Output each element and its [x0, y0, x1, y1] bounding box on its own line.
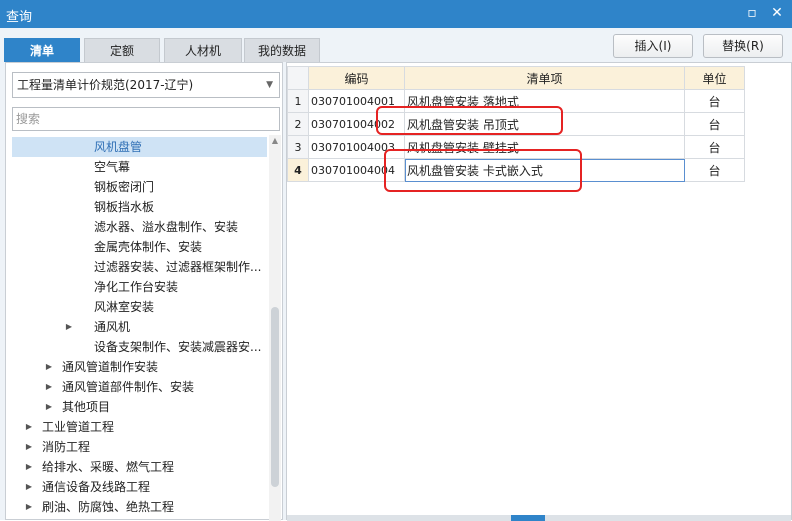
- table-row[interactable]: 4 030701004004 风机盘管安装 卡式嵌入式台: [287, 158, 745, 182]
- tree-item-label: 钢板密闭门: [94, 180, 155, 194]
- window-restore-icon[interactable]: ▫: [743, 4, 761, 22]
- tree-item[interactable]: 滤水器、溢水盘制作、安装: [12, 217, 267, 237]
- cell-name[interactable]: 风机盘管安装 卡式嵌入式: [404, 158, 685, 182]
- tree-item-label: 通风机: [94, 320, 131, 334]
- tree-item-label: 其他项目: [62, 400, 111, 414]
- tree-item[interactable]: 过滤器安装、过滤器框架制作...: [12, 257, 267, 277]
- table-row[interactable]: 3 030701004003 风机盘管安装 壁挂式台: [287, 135, 745, 159]
- close-icon[interactable]: ✕: [768, 4, 786, 22]
- cell-code[interactable]: 030701004002: [308, 112, 405, 136]
- tree-item-label: 刷油、防腐蚀、绝热工程: [42, 500, 175, 514]
- tree-item-label: 风淋室安装: [94, 300, 155, 314]
- tree-item-label: 给排水、采暖、燃气工程: [42, 460, 175, 474]
- tree-item-label: 通风管道部件制作、安装: [62, 380, 195, 394]
- chevron-down-icon: ▼: [266, 80, 273, 90]
- tree-item[interactable]: 风淋室安装: [12, 297, 267, 317]
- expand-caret-icon[interactable]: ▶: [24, 417, 34, 437]
- tree-item[interactable]: 风机盘管: [12, 137, 267, 157]
- tree-item[interactable]: 空气幕: [12, 157, 267, 177]
- tree-item-label: 消防工程: [42, 440, 91, 454]
- column-header-unit[interactable]: 单位: [684, 66, 745, 90]
- tree-item[interactable]: 净化工作台安装: [12, 277, 267, 297]
- tab-rencaiji[interactable]: 人材机: [164, 38, 242, 62]
- table-row[interactable]: 1 030701004001 风机盘管安装 落地式台: [287, 89, 745, 113]
- expand-caret-icon[interactable]: ▶: [24, 497, 34, 517]
- tab-my-data[interactable]: 我的数据: [244, 38, 320, 62]
- cell-name[interactable]: 风机盘管安装 壁挂式: [404, 135, 685, 159]
- tab-qingdan[interactable]: 清单: [4, 38, 80, 62]
- scrollbar-thumb[interactable]: [271, 307, 279, 487]
- spec-select-value: 工程量清单计价规范(2017-辽宁): [17, 78, 194, 92]
- cell-unit[interactable]: 台: [684, 135, 745, 159]
- splitter-handle[interactable]: [511, 515, 545, 521]
- tree-item[interactable]: ▶ 通风管道制作安装: [12, 357, 267, 377]
- cell-unit[interactable]: 台: [684, 112, 745, 136]
- tree-item[interactable]: ▶ 消防工程: [12, 437, 267, 457]
- search-input[interactable]: [12, 107, 280, 131]
- cell-code[interactable]: 030701004004: [308, 158, 405, 182]
- tree-item-label: 通风管道制作安装: [62, 360, 159, 374]
- tree-item-label: 过滤器安装、过滤器框架制作...: [94, 260, 262, 274]
- row-number[interactable]: 4: [287, 158, 309, 182]
- tree-item[interactable]: 金属壳体制作、安装: [12, 237, 267, 257]
- tree-item-label: 工业管道工程: [42, 420, 115, 434]
- tree-item[interactable]: ▶ 工业管道工程: [12, 417, 267, 437]
- tree-item[interactable]: ▶ 通信设备及线路工程: [12, 477, 267, 497]
- tree-item[interactable]: ▶ 给排水、采暖、燃气工程: [12, 457, 267, 477]
- tab-dinge[interactable]: 定额: [84, 38, 160, 62]
- tree-item-label: 通信设备及线路工程: [42, 480, 151, 494]
- tree-scrollbar[interactable]: ▲: [269, 135, 281, 521]
- window-title: 查询: [6, 10, 33, 25]
- cell-code[interactable]: 030701004003: [308, 135, 405, 159]
- table-row[interactable]: 2 030701004002 风机盘管安装 吊顶式台: [287, 112, 745, 136]
- expand-caret-icon[interactable]: ▶: [24, 437, 34, 457]
- column-header-name[interactable]: 清单项: [404, 66, 685, 90]
- category-tree: 风机盘管空气幕钢板密闭门钢板挡水板滤水器、溢水盘制作、安装 金属壳体制作、安装过滤…: [12, 135, 267, 521]
- insert-button[interactable]: 插入(I): [613, 34, 693, 58]
- title-bar: 查询 ▫ ✕: [0, 0, 792, 28]
- cell-code[interactable]: 030701004001: [308, 89, 405, 113]
- row-number[interactable]: 2: [287, 112, 309, 136]
- replace-button[interactable]: 替换(R): [703, 34, 783, 58]
- scroll-up-icon[interactable]: ▲: [269, 135, 281, 147]
- expand-caret-icon[interactable]: ▶: [44, 397, 54, 417]
- expand-caret-icon[interactable]: ▶: [24, 477, 34, 497]
- cell-name[interactable]: 风机盘管安装 吊顶式: [404, 112, 685, 136]
- tree-item[interactable]: 设备支架制作、安装减震器安...: [12, 337, 267, 357]
- spec-select[interactable]: 工程量清单计价规范(2017-辽宁) ▼: [12, 72, 280, 98]
- tree-item-label: 钢板挡水板: [94, 200, 155, 214]
- left-pane: 工程量清单计价规范(2017-辽宁) ▼ 风机盘管空气幕钢板密闭门钢板挡水板滤水…: [5, 62, 283, 521]
- tree-item-label: 风机盘管: [94, 140, 143, 154]
- expand-caret-icon[interactable]: ▶: [64, 317, 74, 337]
- tree-item[interactable]: ▶ 通风机: [12, 317, 267, 337]
- results-grid: 编码 清单项 单位 1 030701004001 风机盘管安装 落地式台 2 03070…: [287, 66, 745, 182]
- tree-item-label: 滤水器、溢水盘制作、安装: [94, 220, 239, 234]
- tree-item-label: 金属壳体制作、安装: [94, 240, 203, 254]
- expand-caret-icon[interactable]: ▶: [44, 357, 54, 377]
- tree-item-label: 净化工作台安装: [94, 280, 179, 294]
- tree-item[interactable]: 钢板挡水板: [12, 197, 267, 217]
- results-pane: 编码 清单项 单位 1 030701004001 风机盘管安装 落地式台 2 03070…: [286, 62, 792, 521]
- tree-item[interactable]: ▶ 通风管道部件制作、安装: [12, 377, 267, 397]
- cell-unit[interactable]: 台: [684, 158, 745, 182]
- expand-caret-icon[interactable]: ▶: [44, 377, 54, 397]
- row-number[interactable]: 1: [287, 89, 309, 113]
- tree-item[interactable]: ▶ 刷油、防腐蚀、绝热工程: [12, 497, 267, 517]
- cell-name[interactable]: 风机盘管安装 落地式: [404, 89, 685, 113]
- tree-item[interactable]: 钢板密闭门: [12, 177, 267, 197]
- expand-caret-icon[interactable]: ▶: [24, 457, 34, 477]
- row-number-header: [287, 66, 309, 90]
- tree-item[interactable]: ▶ 其他项目: [12, 397, 267, 417]
- tree-item-label: 设备支架制作、安装减震器安...: [94, 340, 262, 354]
- cell-unit[interactable]: 台: [684, 89, 745, 113]
- tree-item-label: 空气幕: [94, 160, 131, 174]
- row-number[interactable]: 3: [287, 135, 309, 159]
- grid-header-row: 编码 清单项 单位: [287, 66, 745, 90]
- column-header-code[interactable]: 编码: [308, 66, 405, 90]
